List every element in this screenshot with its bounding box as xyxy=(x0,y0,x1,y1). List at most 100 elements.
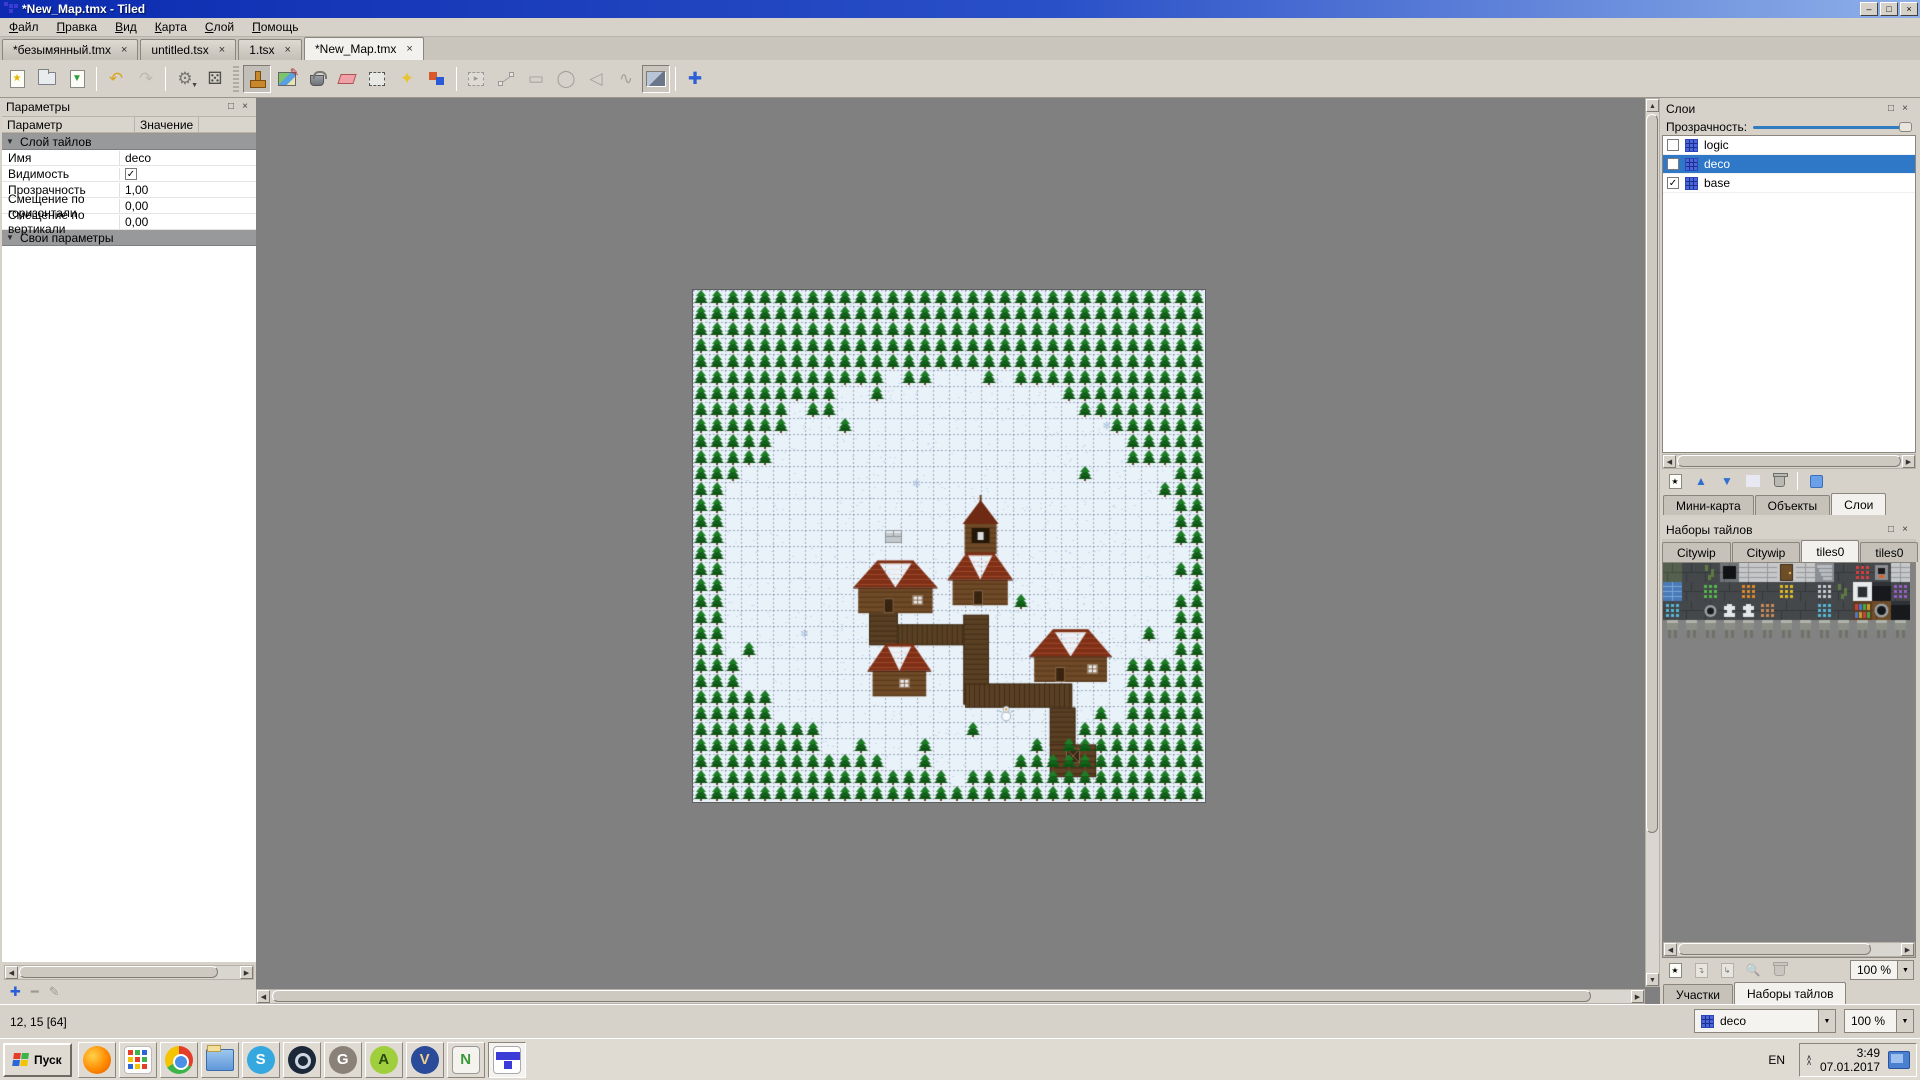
float-panel-icon[interactable]: □ xyxy=(224,100,238,114)
scroll-left-icon[interactable]: ◀ xyxy=(257,990,270,1003)
taskbar-app-gimp[interactable]: G xyxy=(324,1042,362,1078)
scroll-left-icon[interactable]: ◀ xyxy=(1663,455,1676,468)
scroll-left-icon[interactable]: ◀ xyxy=(5,966,18,979)
map-canvas-area[interactable]: ▲ ▼ ◀ ▶ xyxy=(256,98,1660,1004)
tileset-tab-tiles0[interactable]: tiles0 xyxy=(1801,540,1859,562)
doc-tab[interactable]: 1.tsx× xyxy=(238,39,302,60)
map-view[interactable] xyxy=(692,289,1206,803)
doc-tab[interactable]: untitled.tsx× xyxy=(140,39,236,60)
delete-tileset-button[interactable] xyxy=(1768,960,1790,980)
taskbar-app-android-studio[interactable]: A xyxy=(365,1042,403,1078)
toolbar-handle[interactable] xyxy=(233,66,239,92)
export-tileset-button[interactable]: ↳ xyxy=(1716,960,1738,980)
property-row[interactable]: Смещение по вертикали0,00 xyxy=(2,214,256,230)
show-desktop-icon[interactable] xyxy=(1888,1051,1910,1069)
float-panel-icon[interactable]: □ xyxy=(1884,523,1898,537)
taskbar-app-skype[interactable]: S xyxy=(242,1042,280,1078)
import-tileset-button[interactable]: ↴ xyxy=(1690,960,1712,980)
property-row[interactable]: Имяdeco xyxy=(2,150,256,166)
new-map-icon[interactable]: ★ xyxy=(3,65,31,93)
same-tile-select-icon[interactable] xyxy=(423,65,451,93)
insert-polyline-icon[interactable]: ∿ xyxy=(612,65,640,93)
doc-tab[interactable]: *New_Map.tmx× xyxy=(304,37,424,60)
property-value[interactable]: 0,00 xyxy=(119,199,256,213)
scroll-right-icon[interactable]: ▶ xyxy=(240,966,253,979)
menu-Вид[interactable]: Вид xyxy=(106,18,146,36)
menu-Правка[interactable]: Правка xyxy=(48,18,107,36)
close-button[interactable]: × xyxy=(1900,2,1918,16)
new-tileset-button[interactable]: ★ xyxy=(1664,960,1686,980)
scroll-right-icon[interactable]: ▶ xyxy=(1901,943,1914,956)
taskbar-app-chrome[interactable] xyxy=(160,1042,198,1078)
zoom-select[interactable]: 100 % ▼ xyxy=(1844,1009,1914,1033)
select-objects-icon[interactable]: ▸ xyxy=(462,65,490,93)
taskbar-app-firefox[interactable] xyxy=(78,1042,116,1078)
tileset-properties-button[interactable]: 🔍 xyxy=(1742,960,1764,980)
layer-opacity-slider[interactable] xyxy=(1753,121,1912,133)
close-panel-icon[interactable]: × xyxy=(1898,523,1912,537)
active-layer-select[interactable]: deco ▼ xyxy=(1694,1009,1836,1033)
menu-Карта[interactable]: Карта xyxy=(146,18,196,36)
scroll-right-icon[interactable]: ▶ xyxy=(1902,455,1915,468)
lower-layer-button[interactable]: ▼ xyxy=(1716,471,1738,491)
scroll-up-icon[interactable]: ▲ xyxy=(1646,99,1659,112)
insert-rectangle-icon[interactable]: ▭ xyxy=(522,65,550,93)
layer-row-base[interactable]: ✓base xyxy=(1663,174,1915,193)
add-layer-button[interactable]: ★ xyxy=(1664,471,1686,491)
property-value[interactable]: 0,00 xyxy=(119,215,256,229)
open-file-icon[interactable] xyxy=(33,65,61,93)
tileset-tab-tiles0[interactable]: tiles0 xyxy=(1860,542,1918,562)
layer-row-deco[interactable]: ✓deco xyxy=(1663,155,1915,174)
layer-row-logic[interactable]: logic xyxy=(1663,136,1915,155)
tileset-view[interactable]: ◀ ▶ xyxy=(1662,562,1916,958)
layer-visibility-checkbox[interactable]: ✓ xyxy=(1667,177,1679,189)
float-panel-icon[interactable]: □ xyxy=(1884,102,1898,116)
tab-Наборы тайлов[interactable]: Наборы тайлов xyxy=(1734,982,1846,1004)
collapse-arrow-icon[interactable]: ▼ xyxy=(2,233,18,242)
doc-tab[interactable]: *безымянный.tmx× xyxy=(2,39,138,60)
eraser-icon[interactable] xyxy=(333,65,361,93)
close-tab-icon[interactable]: × xyxy=(219,44,225,56)
random-icon[interactable]: ⚄ xyxy=(201,65,229,93)
layer-visibility-checkbox[interactable]: ✓ xyxy=(1667,158,1679,170)
close-panel-icon[interactable]: × xyxy=(238,100,252,114)
language-indicator[interactable]: EN xyxy=(1762,1053,1791,1067)
scroll-left-icon[interactable]: ◀ xyxy=(1664,943,1677,956)
menu-Помощь[interactable]: Помощь xyxy=(243,18,307,36)
property-value[interactable]: ✓ xyxy=(119,168,256,180)
redo-icon[interactable]: ↷ xyxy=(132,65,160,93)
close-tab-icon[interactable]: × xyxy=(121,44,127,56)
stamp-brush-icon[interactable] xyxy=(243,65,271,93)
taskbar-app-vault-boy[interactable]: V xyxy=(406,1042,444,1078)
properties-hscrollbar[interactable]: ◀ ▶ xyxy=(4,965,254,980)
terrain-brush-icon[interactable] xyxy=(273,65,301,93)
insert-polygon-icon[interactable]: ◁ xyxy=(582,65,610,93)
delete-layer-button[interactable] xyxy=(1768,471,1790,491)
tileset-tab-Citywip[interactable]: Citywip xyxy=(1662,542,1731,562)
close-tab-icon[interactable]: × xyxy=(406,43,412,55)
property-row[interactable]: Видимость✓ xyxy=(2,166,256,182)
tileset-hscrollbar[interactable]: ◀ ▶ xyxy=(1663,942,1915,957)
property-value[interactable]: 1,00 xyxy=(119,183,256,197)
edit-polygons-icon[interactable] xyxy=(492,65,520,93)
rect-select-icon[interactable] xyxy=(363,65,391,93)
raise-layer-button[interactable]: ▲ xyxy=(1690,471,1712,491)
slider-knob[interactable] xyxy=(1899,122,1912,132)
canvas-vscrollbar[interactable]: ▲ ▼ xyxy=(1645,98,1660,987)
property-value[interactable]: deco xyxy=(119,151,256,165)
run-commands-icon[interactable]: ⚙▼ xyxy=(171,65,199,93)
maximize-button[interactable]: □ xyxy=(1880,2,1898,16)
insert-tile-object-icon[interactable] xyxy=(642,65,670,93)
checkbox[interactable]: ✓ xyxy=(125,168,137,180)
menu-Слой[interactable]: Слой xyxy=(196,18,243,36)
collapse-arrow-icon[interactable]: ▼ xyxy=(2,137,18,146)
start-button[interactable]: Пуск xyxy=(3,1043,72,1077)
tab-Слои[interactable]: Слои xyxy=(1831,493,1886,515)
edit-property-button[interactable]: ✎ xyxy=(49,984,60,1000)
remove-property-button[interactable]: ━ xyxy=(31,984,39,1000)
scroll-down-icon[interactable]: ▼ xyxy=(1646,973,1659,986)
tileset-tab-Citywip[interactable]: Citywip xyxy=(1732,542,1801,562)
taskbar-app-tiled[interactable] xyxy=(488,1042,526,1078)
highlight-layer-button[interactable] xyxy=(1805,471,1827,491)
taskbar-app-file-explorer[interactable] xyxy=(201,1042,239,1078)
